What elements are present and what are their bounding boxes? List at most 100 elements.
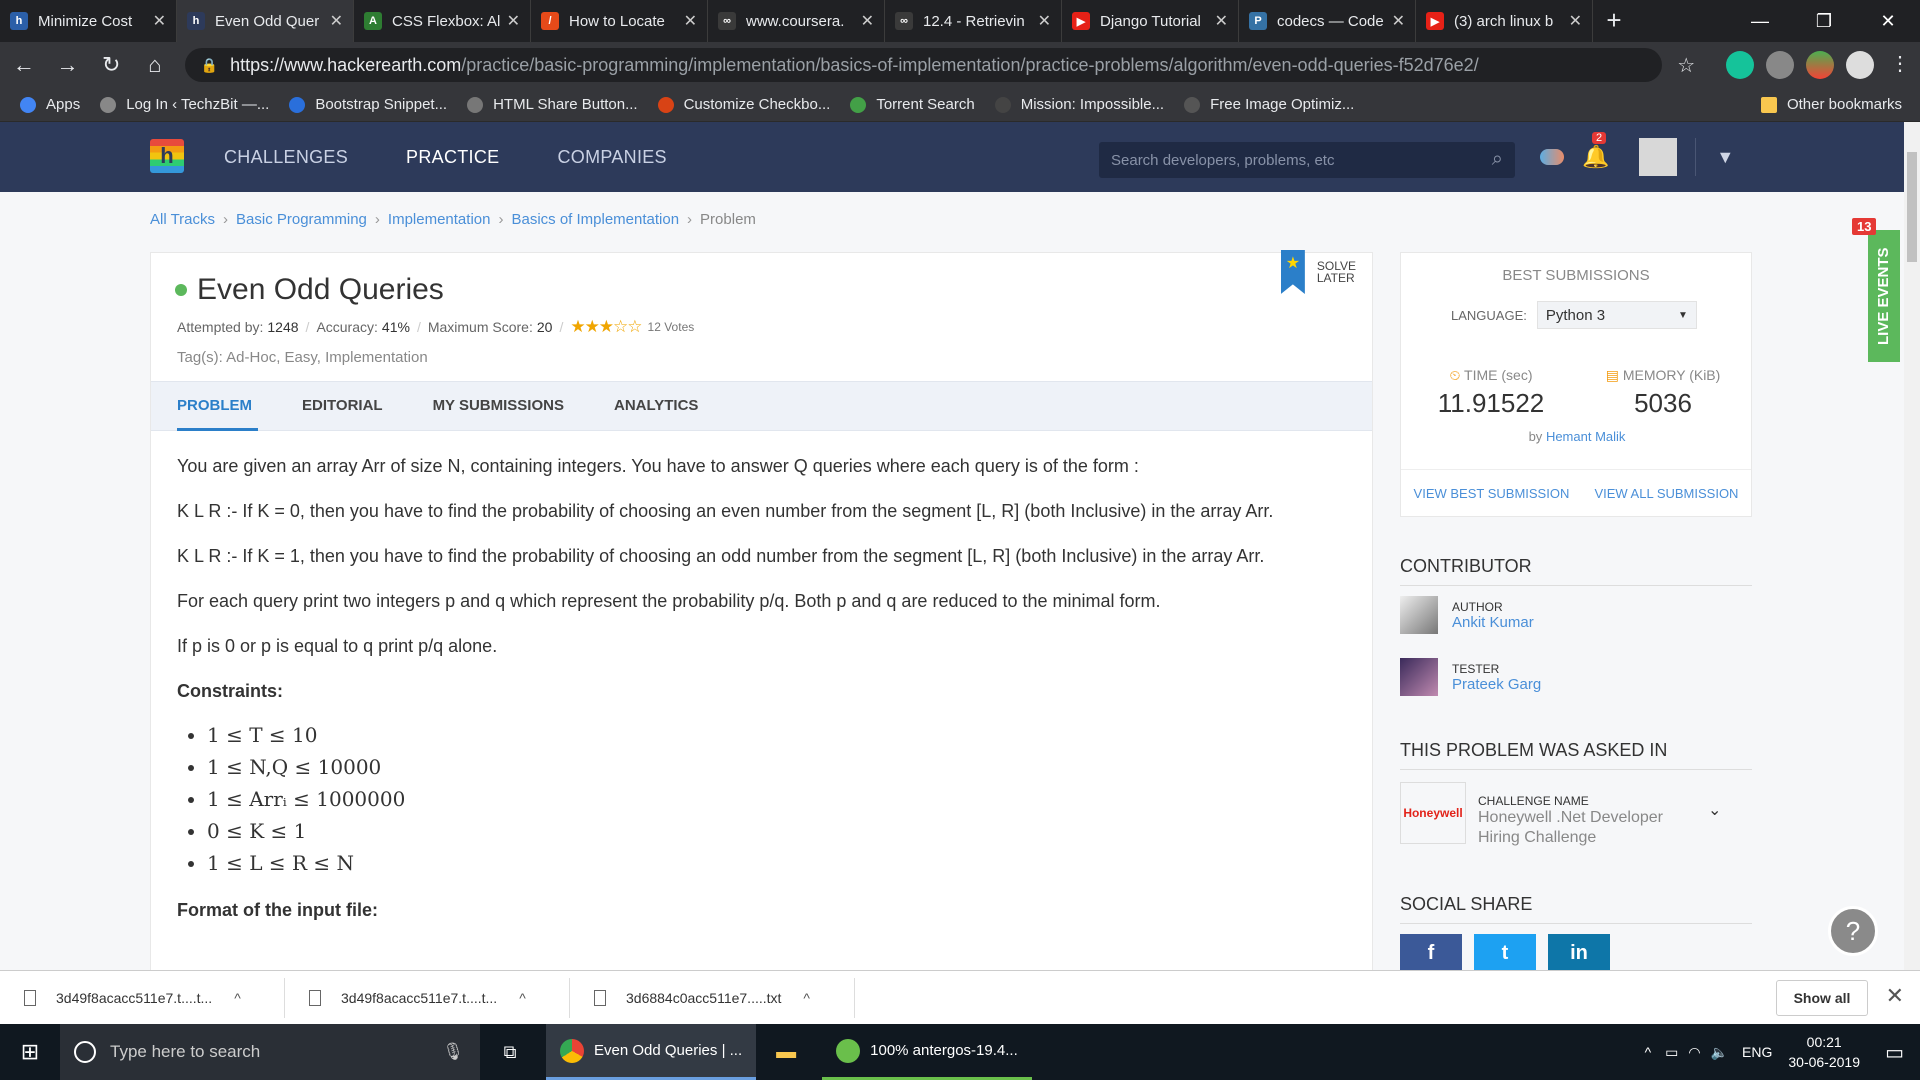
bookmark-item[interactable]: Mission: Impossible...	[994, 96, 1164, 113]
task-view-icon[interactable]: ⧉	[480, 1024, 540, 1080]
solve-later-button[interactable]: ★ SOLVE LATER	[1280, 250, 1356, 294]
reload-icon[interactable]: ↻	[91, 45, 131, 85]
chevron-up-icon[interactable]: ^	[1645, 1044, 1652, 1060]
close-window-icon[interactable]: ✕	[1856, 0, 1920, 42]
nav-companies[interactable]: COMPANIES	[557, 147, 666, 168]
search-icon[interactable]: ⌕	[1492, 148, 1503, 171]
minimize-icon[interactable]: —	[1728, 0, 1792, 42]
bookmark-item[interactable]: Customize Checkbo...	[657, 96, 830, 113]
chevron-down-icon[interactable]: ▼	[1716, 147, 1734, 168]
file-explorer-icon[interactable]: ▬	[756, 1024, 816, 1080]
browser-tab[interactable]: h Even Odd Quer ✕	[177, 0, 354, 42]
linkedin-share-button[interactable]: in	[1548, 934, 1610, 972]
scrollbar-thumb[interactable]	[1907, 152, 1917, 262]
close-tab-icon[interactable]: ✕	[1392, 11, 1405, 31]
browser-tab[interactable]: ▶ (3) arch linux b ✕	[1416, 0, 1593, 42]
challenge-row[interactable]: Honeywell CHALLENGE NAME Honeywell .Net …	[1400, 782, 1752, 848]
crumb-basic-programming[interactable]: Basic Programming	[236, 211, 367, 228]
close-tab-icon[interactable]: ✕	[507, 11, 520, 31]
facebook-share-button[interactable]: f	[1400, 934, 1462, 972]
wifi-icon[interactable]: ◠	[1688, 1044, 1700, 1061]
menu-icon[interactable]: ⋮	[1886, 51, 1914, 79]
bookmark-item[interactable]: Log In ‹ TechzBit —...	[100, 96, 269, 113]
crumb-basics[interactable]: Basics of Implementation	[511, 211, 679, 228]
microphone-icon[interactable]: 🎙	[442, 1042, 464, 1062]
star-icon[interactable]: ☆	[1666, 45, 1706, 85]
close-tab-icon[interactable]: ✕	[330, 11, 343, 31]
url-bar[interactable]: 🔒 https://www.hackerearth.com/practice/b…	[184, 48, 1663, 82]
taskbar-search[interactable]: Type here to search 🎙	[60, 1024, 480, 1080]
close-tab-icon[interactable]: ✕	[861, 11, 874, 31]
cloud-icon[interactable]	[1540, 149, 1564, 165]
back-icon[interactable]: ←	[4, 45, 44, 85]
close-icon[interactable]: ✕	[1886, 983, 1904, 1009]
close-tab-icon[interactable]: ✕	[1215, 11, 1228, 31]
close-tab-icon[interactable]: ✕	[684, 11, 697, 31]
browser-tab[interactable]: ∞ 12.4 - Retrievin ✕	[885, 0, 1062, 42]
tab-problem[interactable]: PROBLEM	[177, 381, 258, 431]
restore-icon[interactable]: ❐	[1792, 0, 1856, 42]
browser-tab[interactable]: A CSS Flexbox: Al ✕	[354, 0, 531, 42]
twitter-share-button[interactable]: t	[1474, 934, 1536, 972]
clock[interactable]: 00:21 30-06-2019	[1788, 1032, 1860, 1072]
site-search-input[interactable]: Search developers, problems, etc ⌕	[1099, 142, 1515, 178]
close-tab-icon[interactable]: ✕	[153, 11, 166, 31]
show-all-button[interactable]: Show all	[1776, 980, 1868, 1016]
language-select[interactable]: Python 3 ▼	[1536, 301, 1697, 329]
volume-icon[interactable]: 🔈	[1711, 1044, 1728, 1061]
author-avatar[interactable]	[1400, 596, 1438, 634]
tester-avatar[interactable]	[1400, 658, 1438, 696]
avatar[interactable]	[1639, 138, 1678, 176]
hackerearth-logo[interactable]: h	[150, 139, 184, 173]
nav-practice[interactable]: PRACTICE	[406, 147, 499, 168]
other-bookmarks[interactable]: Other bookmarks	[1760, 96, 1902, 113]
browser-tab[interactable]: h Minimize Cost ✕	[0, 0, 177, 42]
browser-tab[interactable]: / How to Locate ✕	[531, 0, 708, 42]
live-events-tab[interactable]: LIVE EVENTS	[1868, 230, 1900, 362]
windows-start-icon[interactable]: ⊞	[0, 1024, 60, 1080]
close-tab-icon[interactable]: ✕	[1038, 11, 1051, 31]
bell-icon[interactable]: 🔔 2	[1582, 132, 1609, 170]
close-tab-icon[interactable]: ✕	[1569, 11, 1582, 31]
view-best-submission-link[interactable]: VIEW BEST SUBMISSION	[1414, 486, 1570, 501]
author-link[interactable]: Ankit Kumar	[1452, 614, 1534, 631]
browser-tab[interactable]: ▶ Django Tutorial ✕	[1062, 0, 1239, 42]
chevron-up-icon[interactable]: ^	[519, 990, 526, 1006]
profile-icon[interactable]	[1846, 51, 1875, 79]
extension-icon[interactable]	[1806, 51, 1835, 79]
forward-icon[interactable]: →	[48, 45, 88, 85]
bookmark-item[interactable]: Torrent Search	[850, 96, 975, 113]
tab-analytics[interactable]: ANALYTICS	[614, 381, 698, 431]
notifications-icon[interactable]: ▭	[1885, 1040, 1904, 1065]
bookmark-item[interactable]: Bootstrap Snippet...	[289, 96, 447, 113]
browser-tab[interactable]: Pcodecs — Code ✕	[1239, 0, 1416, 42]
bookmark-item[interactable]: Free Image Optimiz...	[1184, 96, 1354, 113]
download-item[interactable]: 3d49f8acacc511e7.t....t... ^	[285, 977, 570, 1018]
taskbar-app-download[interactable]: 100% antergos-19.4...	[822, 1024, 1032, 1080]
tester-link[interactable]: Prateek Garg	[1452, 676, 1541, 693]
help-icon[interactable]: ?	[1828, 906, 1878, 956]
page-scrollbar[interactable]	[1904, 122, 1920, 970]
download-item[interactable]: 3d49f8acacc511e7.t....t... ^	[0, 977, 285, 1018]
new-tab-button[interactable]: +	[1593, 0, 1635, 42]
chevron-up-icon[interactable]: ^	[803, 990, 810, 1006]
download-item[interactable]: 3d6884c0acc511e7.....txt ^	[570, 977, 855, 1018]
taskbar-app-chrome[interactable]: Even Odd Queries | ...	[546, 1024, 757, 1080]
crumb-all-tracks[interactable]: All Tracks	[150, 211, 215, 228]
best-submitter-link[interactable]: Hemant Malik	[1546, 429, 1625, 444]
bookmark-item[interactable]: HTML Share Button...	[467, 96, 638, 113]
crumb-implementation[interactable]: Implementation	[388, 211, 491, 228]
browser-tab[interactable]: ∞ www.coursera. ✕	[708, 0, 885, 42]
nav-challenges[interactable]: CHALLENGES	[224, 147, 348, 168]
language-indicator[interactable]: ENG	[1742, 1044, 1772, 1060]
extension-icon[interactable]	[1766, 51, 1795, 79]
home-icon[interactable]: ⌂	[135, 45, 175, 85]
chevron-down-icon[interactable]: ⌄	[1708, 800, 1721, 848]
bookmark-item[interactable]: Apps	[20, 96, 80, 113]
tab-my-submissions[interactable]: MY SUBMISSIONS	[433, 381, 564, 431]
chevron-up-icon[interactable]: ^	[234, 990, 241, 1006]
rating-stars[interactable]: ★★★☆☆	[570, 317, 642, 337]
battery-icon[interactable]: ▭	[1665, 1044, 1678, 1061]
grammarly-icon[interactable]	[1726, 51, 1755, 79]
tab-editorial[interactable]: EDITORIAL	[302, 381, 383, 431]
